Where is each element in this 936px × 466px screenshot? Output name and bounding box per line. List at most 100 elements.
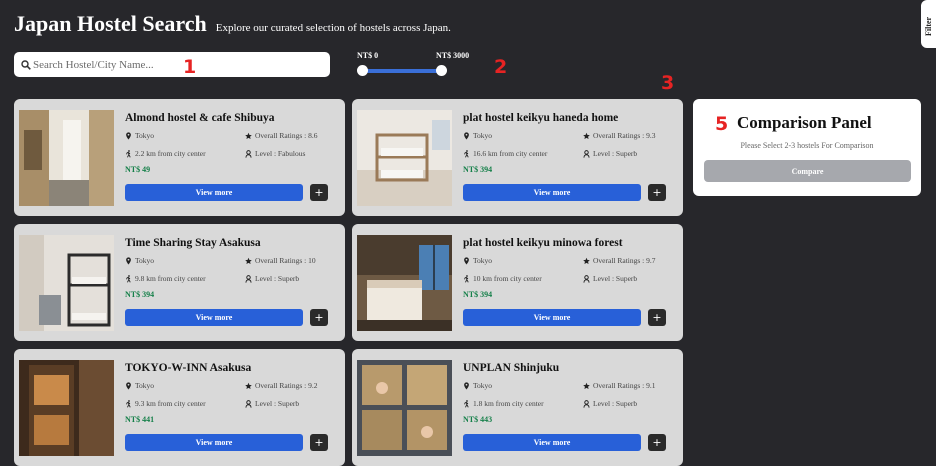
hostel-photo bbox=[357, 235, 452, 331]
view-more-button[interactable]: View more bbox=[125, 184, 303, 201]
hostel-level: Level : Superb bbox=[583, 399, 637, 408]
view-more-button[interactable]: View more bbox=[463, 184, 641, 201]
star-icon bbox=[245, 257, 252, 265]
hostel-price: NT$ 394 bbox=[463, 165, 493, 174]
hostel-card: TOKYO-W-INN Asakusa Tokyo Overall Rating… bbox=[14, 349, 345, 466]
annotation-3: 3 bbox=[661, 72, 675, 94]
hostel-rating: Overall Ratings : 9.3 bbox=[583, 131, 656, 140]
hostel-distance: 2.2 km from city center bbox=[125, 149, 206, 158]
hostel-level: Level : Superb bbox=[583, 149, 637, 158]
hostel-name: Almond hostel & cafe Shibuya bbox=[125, 112, 275, 124]
comparison-message: Please Select 2-3 hostels For Comparison bbox=[740, 141, 874, 150]
hostel-distance: 9.8 km from city center bbox=[125, 274, 206, 283]
hostel-photo bbox=[19, 235, 114, 331]
location-pin-icon bbox=[125, 257, 132, 265]
search-box[interactable] bbox=[14, 52, 330, 77]
page-title: Japan Hostel Search bbox=[14, 11, 207, 36]
star-icon bbox=[245, 132, 252, 140]
hostel-price: NT$ 443 bbox=[463, 415, 493, 424]
hostel-level: Level : Superb bbox=[245, 274, 299, 283]
add-to-compare-button[interactable]: + bbox=[310, 309, 328, 326]
hostel-price: NT$ 49 bbox=[125, 165, 151, 174]
add-to-compare-button[interactable]: + bbox=[648, 309, 666, 326]
add-to-compare-button[interactable]: + bbox=[648, 434, 666, 451]
walking-icon bbox=[125, 150, 132, 158]
walking-icon bbox=[463, 150, 470, 158]
add-to-compare-button[interactable]: + bbox=[310, 184, 328, 201]
comparison-title: Comparison Panel bbox=[737, 113, 872, 132]
add-to-compare-button[interactable]: + bbox=[310, 434, 328, 451]
filter-tab-label: Filter bbox=[924, 16, 933, 36]
hostel-card: UNPLAN Shinjuku Tokyo Overall Ratings : … bbox=[352, 349, 683, 466]
hostel-photo bbox=[19, 110, 114, 206]
star-icon bbox=[583, 257, 590, 265]
user-icon bbox=[583, 275, 590, 283]
location-pin-icon bbox=[463, 257, 470, 265]
hostel-price: NT$ 441 bbox=[125, 415, 155, 424]
filter-tab[interactable]: Filter bbox=[921, 0, 936, 48]
price-max-handle[interactable] bbox=[436, 65, 447, 76]
price-min-label: NT$ 0 bbox=[357, 51, 379, 60]
walking-icon bbox=[463, 275, 470, 283]
walking-icon bbox=[463, 400, 470, 408]
annotation-5: 5 bbox=[715, 113, 729, 135]
location-pin-icon bbox=[463, 132, 470, 140]
comparison-panel: 5 Comparison Panel Please Select 2-3 hos… bbox=[693, 99, 921, 196]
location-pin-icon bbox=[463, 382, 470, 390]
price-max-label: NT$ 3000 bbox=[436, 51, 470, 60]
user-icon bbox=[245, 150, 252, 158]
search-icon bbox=[21, 59, 31, 70]
price-min-handle[interactable] bbox=[357, 65, 368, 76]
hostel-card: plat hostel keikyu haneda home Tokyo Ove… bbox=[352, 99, 683, 216]
view-more-button[interactable]: View more bbox=[125, 309, 303, 326]
hostel-city: Tokyo bbox=[463, 131, 492, 140]
hostel-distance: 9.3 km from city center bbox=[125, 399, 206, 408]
hostel-rating: Overall Ratings : 9.7 bbox=[583, 256, 656, 265]
hostel-name: plat hostel keikyu haneda home bbox=[463, 112, 619, 124]
page-header: Japan Hostel Search Explore our curated … bbox=[14, 11, 451, 37]
hostel-name: UNPLAN Shinjuku bbox=[463, 362, 560, 374]
user-icon bbox=[583, 400, 590, 408]
hostel-name: TOKYO-W-INN Asakusa bbox=[125, 362, 252, 374]
hostel-level: Level : Superb bbox=[583, 274, 637, 283]
compare-button[interactable]: Compare bbox=[704, 160, 911, 182]
hostel-rating: Overall Ratings : 10 bbox=[245, 256, 316, 265]
price-range-track[interactable] bbox=[362, 69, 442, 73]
annotation-2: 2 bbox=[494, 56, 508, 78]
user-icon bbox=[245, 400, 252, 408]
hostel-price: NT$ 394 bbox=[463, 290, 493, 299]
star-icon bbox=[245, 382, 252, 390]
hostel-distance: 10 km from city center bbox=[463, 274, 542, 283]
user-icon bbox=[245, 275, 252, 283]
hostel-photo bbox=[357, 110, 452, 206]
hostel-price: NT$ 394 bbox=[125, 290, 155, 299]
hostel-distance: 16.6 km from city center bbox=[463, 149, 547, 158]
page-subtitle: Explore our curated selection of hostels… bbox=[215, 22, 451, 34]
hostel-city: Tokyo bbox=[125, 131, 154, 140]
star-icon bbox=[583, 382, 590, 390]
annotation-1: 1 bbox=[183, 56, 197, 78]
hostel-city: Tokyo bbox=[463, 256, 492, 265]
view-more-button[interactable]: View more bbox=[463, 434, 641, 451]
view-more-button[interactable]: View more bbox=[463, 309, 641, 326]
hostel-name: Time Sharing Stay Asakusa bbox=[125, 237, 261, 249]
user-icon bbox=[583, 150, 590, 158]
location-pin-icon bbox=[125, 382, 132, 390]
hostel-distance: 1.8 km from city center bbox=[463, 399, 544, 408]
hostel-rating: Overall Ratings : 8.6 bbox=[245, 131, 318, 140]
hostel-city: Tokyo bbox=[125, 381, 154, 390]
hostel-card: Time Sharing Stay Asakusa Tokyo Overall … bbox=[14, 224, 345, 341]
view-more-button[interactable]: View more bbox=[125, 434, 303, 451]
walking-icon bbox=[125, 400, 132, 408]
hostel-rating: Overall Ratings : 9.2 bbox=[245, 381, 318, 390]
hostel-city: Tokyo bbox=[125, 256, 154, 265]
hostel-card: Almond hostel & cafe Shibuya Tokyo Overa… bbox=[14, 99, 345, 216]
hostel-card: plat hostel keikyu minowa forest Tokyo O… bbox=[352, 224, 683, 341]
hostel-city: Tokyo bbox=[463, 381, 492, 390]
hostel-rating: Overall Ratings : 9.1 bbox=[583, 381, 656, 390]
search-input[interactable] bbox=[31, 58, 313, 71]
star-icon bbox=[583, 132, 590, 140]
hostel-level: Level : Fabulous bbox=[245, 149, 305, 158]
hostel-level: Level : Superb bbox=[245, 399, 299, 408]
add-to-compare-button[interactable]: + bbox=[648, 184, 666, 201]
